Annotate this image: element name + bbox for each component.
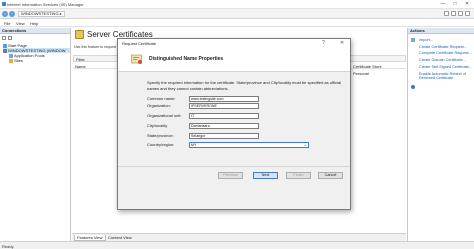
finish-button[interactable]: Finish <box>286 172 311 179</box>
help-icon[interactable] <box>465 11 470 16</box>
organization-input[interactable]: IPSERVERONE <box>189 103 259 109</box>
window-title: Internet Information Services (IIS) Mana… <box>7 2 84 7</box>
view-tabs: Features View Content View <box>72 233 406 241</box>
country-label: Country/region: <box>147 142 175 147</box>
stop-icon[interactable] <box>451 11 456 16</box>
organization-label: Organization: <box>147 103 171 108</box>
tree-label: Sites <box>14 58 23 63</box>
menu-help[interactable]: Help <box>30 21 38 26</box>
chevron-down-icon: ⌄ <box>303 142 307 147</box>
home-icon[interactable] <box>458 11 463 16</box>
maximize-button[interactable]: □ <box>449 0 461 8</box>
column-certificate-store[interactable]: Certificate Store <box>353 64 382 69</box>
close-window-button[interactable]: ✕ <box>461 0 473 8</box>
refresh-icon[interactable] <box>444 11 449 16</box>
menu-file[interactable]: File <box>4 21 10 26</box>
breadcrumb-server-label: WINDOWSTESTING <box>21 11 59 16</box>
dialog-close-button[interactable]: ✕ <box>340 40 344 46</box>
country-select[interactable]: MY ⌄ <box>189 142 309 148</box>
sites-folder-icon <box>9 59 13 63</box>
certificate-wizard-icon <box>131 54 142 64</box>
menu-bar: File View Help <box>0 19 474 27</box>
dialog-titlebar: Request Certificate ? ✕ <box>118 39 350 47</box>
window-titlebar: Internet Information Services (IIS) Mana… <box>0 0 474 9</box>
organizational-unit-input[interactable]: IT <box>189 113 259 119</box>
actions-header: Actions <box>408 28 474 34</box>
address-bar: ‹ › WINDOWSTESTING ▸ <box>0 9 474 19</box>
column-name[interactable]: Name <box>75 64 86 69</box>
city-input[interactable]: Damansara <box>189 123 259 129</box>
forward-icon[interactable]: › <box>9 11 15 17</box>
city-label: City/locality <box>147 123 168 128</box>
minimize-button[interactable]: — <box>437 0 449 8</box>
cancel-button[interactable]: Cancel <box>318 172 343 179</box>
dialog-divider <box>118 166 350 167</box>
menu-view[interactable]: View <box>16 21 25 26</box>
server-icon <box>3 49 7 53</box>
action-create-domain-certificate[interactable]: Create Domain Certificate... <box>419 58 466 62</box>
connect-icon[interactable] <box>2 36 6 40</box>
country-value: MY <box>191 143 197 147</box>
dialog-help-button[interactable]: ? <box>322 40 325 46</box>
save-icon[interactable] <box>8 36 12 40</box>
previous-button[interactable]: Previous <box>218 172 243 179</box>
dialog-description: Specify the required information for the… <box>147 80 342 91</box>
action-create-self-signed-certificate[interactable]: Create Self-Signed Certificate... <box>419 65 472 69</box>
actions-pane: Actions Import... Create Certificate Req… <box>407 28 474 241</box>
action-renewed-certificate[interactable]: Renewed Certificate <box>419 76 453 80</box>
help-icon[interactable] <box>411 85 415 89</box>
common-name-input[interactable]: www.testingsite.com <box>189 96 259 102</box>
dialog-title: Request Certificate <box>122 41 157 46</box>
organizational-unit-label: Organizational unit: <box>147 113 182 118</box>
action-import[interactable]: Import... <box>419 38 433 42</box>
filter-label: Filter <box>76 57 85 62</box>
cell-certificate-store: Personal <box>353 71 369 76</box>
iis-app-icon <box>2 2 6 6</box>
breadcrumb-server[interactable]: WINDOWSTESTING ▸ <box>18 11 65 17</box>
action-create-certificate-request[interactable]: Create Certificate Request... <box>419 45 467 49</box>
connections-header: Connections <box>0 28 70 34</box>
import-icon <box>411 38 415 42</box>
breadcrumb-arrow: ▸ <box>59 11 62 16</box>
state-label: State/province: <box>147 133 174 138</box>
back-icon[interactable]: ‹ <box>2 11 8 17</box>
request-certificate-dialog: Request Certificate ? ✕ Distinguished Na… <box>117 38 351 210</box>
dialog-heading: Distinguished Name Properties <box>149 56 224 62</box>
status-text: Ready <box>2 244 14 249</box>
action-complete-certificate-request[interactable]: Complete Certificate Request... <box>419 51 472 55</box>
certificate-icon <box>75 30 84 39</box>
connections-pane: Connections Start Page WINDOWSTESTING (W… <box>0 28 71 241</box>
tree-item-sites[interactable]: Sites <box>9 58 23 63</box>
next-button[interactable]: Next <box>253 172 278 179</box>
common-name-label: Common name: <box>147 96 176 101</box>
state-input[interactable]: Selangor <box>189 133 259 139</box>
status-bar: Ready <box>0 241 474 249</box>
